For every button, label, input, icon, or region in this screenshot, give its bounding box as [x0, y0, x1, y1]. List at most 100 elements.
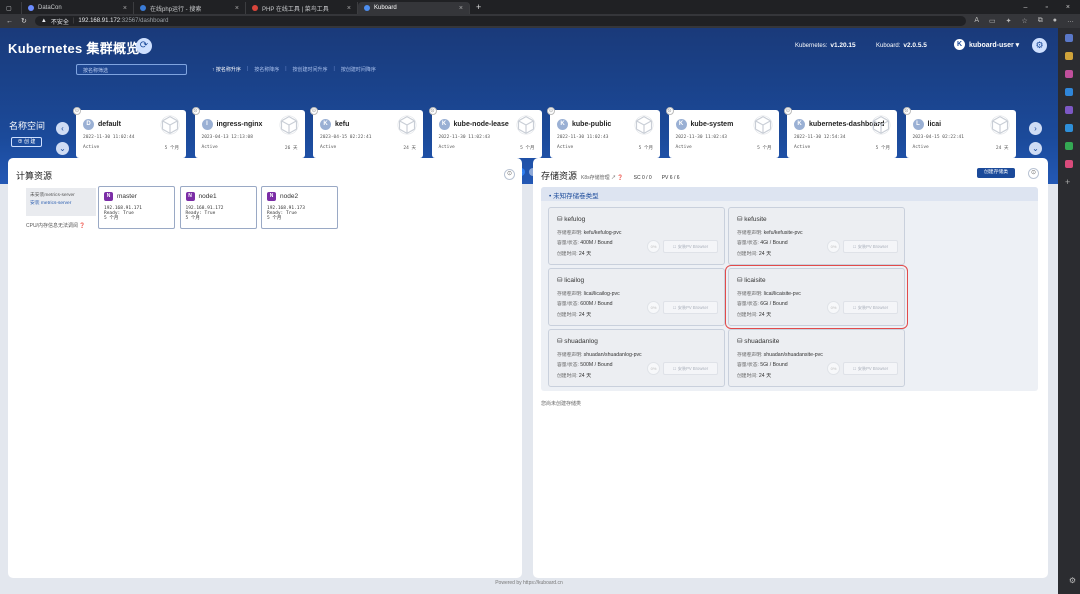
toolbar-icons: A ▭ ✦ ☆ ⧉ ● … — [974, 17, 1074, 25]
node-card[interactable]: Nmaster 192.168.91.171 Ready: True 5 个月 — [98, 186, 175, 229]
pvc-claim: 存储卷声明: kefu/kefusite-pvc — [737, 229, 803, 236]
created-label: 创建时间: — [737, 252, 758, 257]
close-icon[interactable]: × — [459, 5, 463, 12]
close-icon[interactable]: × — [347, 5, 351, 12]
pvc-card[interactable]: ⛁ licailog 存储卷声明: licai/licailog-pvc 容量/状态… — [548, 268, 725, 326]
pvc-card[interactable]: ⛁ kefulog 存储卷声明: kefu/kefulog-pvc 容量/状态: 4… — [548, 207, 725, 265]
chevron-left-icon[interactable]: ‹ — [56, 122, 69, 135]
pin-icon[interactable]: ⊙ — [73, 107, 81, 115]
install-pv-browser-button[interactable]: ☐ 安装PV Browser — [843, 240, 898, 253]
storage-management-link[interactable]: K8s存储管理 ↗ ❓ — [581, 174, 624, 181]
pvc-card-highlighted[interactable]: ⛁ licaisite 存储卷声明: licai/licaisite-pvc 容量/… — [725, 265, 908, 329]
close-icon[interactable]: × — [123, 5, 127, 12]
browser-tab-0[interactable]: DataCon × — [22, 2, 134, 14]
chevron-right-icon[interactable]: › — [1029, 122, 1042, 135]
cube-icon — [753, 115, 772, 135]
sort-created-desc[interactable]: 按创建时间降序 — [341, 66, 376, 73]
namespace-card[interactable]: ⊙ Kkubernetes-dashboard 2022-11-30 12:54:3… — [784, 107, 897, 158]
tree-icon[interactable] — [1065, 142, 1073, 150]
namespace-card[interactable]: ⊙ Kkube-system 2022-11-30 11:02:43 Active 5 … — [665, 107, 779, 158]
copilot-icon[interactable] — [1065, 106, 1073, 114]
namespace-card[interactable]: ⊙ Kkube-public 2022-11-30 11:02:43 Active 5 … — [547, 107, 660, 158]
browser-tab-2[interactable]: PHP 在线工具 | 菜鸟工具 × — [246, 2, 358, 14]
window-menu-icon[interactable]: ▢ — [0, 2, 22, 14]
user-menu[interactable]: K kuboard-user ▾ — [954, 39, 1019, 50]
kuboard-version-value: v2.0.5.5 — [903, 42, 927, 49]
chevron-down-icon[interactable]: ⌄ — [1029, 142, 1042, 155]
pin-icon[interactable]: ⊙ — [547, 107, 555, 115]
pin-icon[interactable]: ⊙ — [902, 107, 911, 115]
namespace-card[interactable]: ⊙ Kkube-node-lease 2022-11-30 11:02:43 Acti… — [428, 107, 542, 158]
minimize-icon[interactable]: – — [1024, 4, 1028, 11]
pvc-card[interactable]: ⛁ shuadansite 存储卷声明: shuadan/shuadansite-… — [728, 329, 905, 387]
browser-tab-3[interactable]: Kuboard × — [358, 2, 470, 14]
pin-icon[interactable]: ⊙ — [784, 107, 792, 115]
pin-icon[interactable]: ⊙ — [310, 107, 318, 115]
install-pv-browser-button[interactable]: ☐ 安装PV Browser — [663, 301, 718, 314]
favorites-icon[interactable]: ☆ — [1021, 17, 1027, 25]
app-icon[interactable]: ▭ — [989, 17, 996, 25]
unknown-volume-type-section: • 未知存储卷类型 ⛁ kefulog 存储卷声明: kefu/kefulog-p… — [541, 187, 1038, 391]
browser-tab-1[interactable]: 在线php运行 - 搜索 × — [134, 2, 246, 14]
namespace-avatar: D — [83, 119, 94, 130]
install-pv-browser-button[interactable]: ☐ 安装PV Browser — [843, 301, 898, 314]
tools-icon[interactable] — [1065, 70, 1073, 78]
refresh-icon[interactable]: ⊙ — [1028, 168, 1039, 179]
back-icon[interactable]: ← — [6, 18, 13, 25]
close-window-icon[interactable]: × — [1066, 4, 1070, 11]
extension-icon[interactable]: ✦ — [1006, 17, 1012, 25]
namespace-name: kefu — [335, 121, 350, 128]
collections-icon[interactable]: ⧉ — [1038, 17, 1043, 25]
chevron-down-icon[interactable]: ⌄ — [56, 142, 69, 155]
sort-name-asc[interactable]: ↑ 按名称升序 — [212, 66, 241, 73]
namespace-card[interactable]: ⊙ Ddefault 2022-11-30 11:02:44 Active 5 个月 — [73, 107, 186, 158]
created-value: 24 天 — [578, 373, 592, 379]
install-pv-browser-button[interactable]: ☐ 安装PV Browser — [663, 362, 718, 375]
pvc-created: 创建时间: 24 天 — [737, 311, 771, 318]
pvc-claim: 存储卷声明: kefu/kefulog-pvc — [557, 229, 621, 236]
namespace-name: ingress-nginx — [216, 121, 263, 128]
node-card[interactable]: Nnode2 192.168.91.173 Ready: True 5 个月 — [261, 186, 338, 229]
pvc-card[interactable]: ⛁ shuadanlog 存储卷声明: shuadan/shuadanlog-pv… — [548, 329, 725, 387]
add-icon[interactable]: + — [1065, 178, 1073, 187]
close-icon[interactable]: × — [235, 5, 239, 12]
namespace-filter-input[interactable]: 按名称筛选 — [76, 64, 187, 75]
read-aloud-icon[interactable]: A — [974, 17, 979, 25]
more-icon[interactable]: … — [1067, 17, 1074, 25]
install-metrics-server-link[interactable]: 安装 metrics-server — [30, 200, 92, 208]
gear-icon[interactable]: ⚙ — [1069, 576, 1076, 585]
tab-label: PHP 在线工具 | 菜鸟工具 — [262, 6, 329, 13]
maximize-icon[interactable]: ▫ — [1045, 4, 1047, 11]
pin-icon[interactable]: ⊙ — [665, 107, 674, 115]
namespace-age: 24 天 — [403, 146, 416, 151]
namespace-card[interactable]: ⊙ Llicai 2023-04-15 02:22:41 Active 24 天 — [902, 107, 1016, 158]
pvc-name-text: kefusite — [744, 216, 767, 223]
window-controls: – ▫ × — [1024, 4, 1080, 11]
new-tab-button[interactable]: + — [476, 2, 481, 12]
sort-name-desc[interactable]: 按名称降序 — [254, 66, 279, 73]
games-icon[interactable] — [1065, 88, 1073, 96]
sort-created-asc[interactable]: 按创建时间升序 — [293, 66, 328, 73]
refresh-icon[interactable]: ⊙ — [504, 169, 515, 180]
outlook-icon[interactable] — [1065, 124, 1073, 132]
settings-button[interactable]: ⚙ — [1032, 38, 1047, 53]
reload-icon[interactable]: ↻ — [21, 17, 27, 25]
pin-icon[interactable]: ⊙ — [428, 107, 437, 115]
pin-icon[interactable]: ⊙ — [191, 107, 200, 115]
create-namespace-button[interactable]: ⊕ 创 建 — [11, 137, 42, 147]
pvc-capacity: 容量/状态: 400M / Bound — [557, 239, 613, 246]
pvc-card[interactable]: ⛁ kefusite 存储卷声明: kefu/kefusite-pvc 容量/状态:… — [728, 207, 905, 265]
address-bar[interactable]: ▲ 不安全 | 192.168.91.172:32567/dashboard — [34, 16, 967, 26]
namespace-card[interactable]: ⊙ Iingress-nginx 2023-04-13 12:13:08 Active… — [191, 107, 305, 158]
node-card[interactable]: Nnode1 192.168.91.172 Ready: True 5 个月 — [179, 186, 257, 229]
browser-tab-bar: ▢ DataCon × 在线php运行 - 搜索 × PHP 在线工具 | 菜鸟… — [0, 0, 1080, 14]
search-icon[interactable] — [1065, 34, 1073, 42]
refresh-button[interactable]: ⟳ — [136, 38, 152, 54]
install-pv-browser-button[interactable]: ☐ 安装PV Browser — [843, 362, 898, 375]
namespace-card[interactable]: ⊙ Kkefu 2023-04-15 02:22:41 Active 24 天 — [310, 107, 423, 158]
app-icon[interactable] — [1065, 160, 1073, 168]
shopping-icon[interactable] — [1065, 52, 1073, 60]
create-storage-class-button[interactable]: 创建存储类 — [977, 168, 1015, 178]
profile-icon[interactable]: ● — [1053, 17, 1057, 25]
install-pv-browser-button[interactable]: ☐ 安装PV Browser — [663, 240, 718, 253]
